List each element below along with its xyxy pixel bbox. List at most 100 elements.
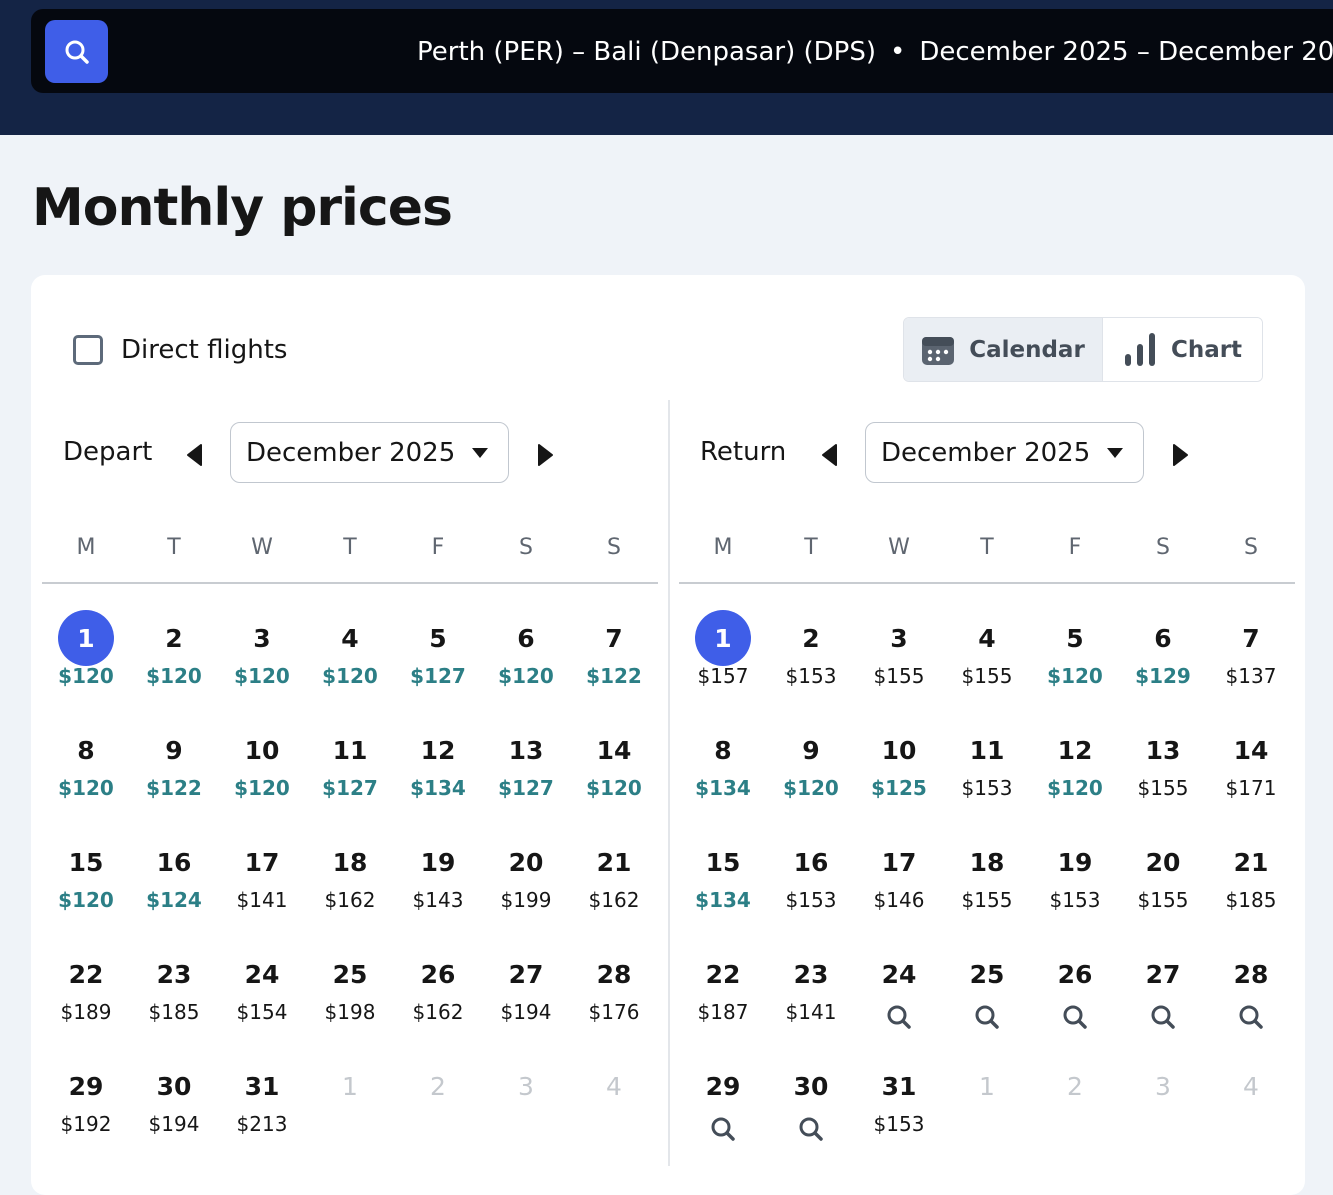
calendar-day[interactable]: 2 $120 <box>130 610 218 722</box>
calendar-day[interactable]: 3 $155 <box>855 610 943 722</box>
calendar-day[interactable]: 13 $127 <box>482 722 570 834</box>
depart-next-month-button[interactable] <box>535 442 557 468</box>
calendar-day[interactable]: 22 $189 <box>42 946 130 1058</box>
calendar-day[interactable]: 22 $187 <box>679 946 767 1058</box>
calendar-day[interactable]: 21 $185 <box>1207 834 1295 946</box>
calendar-day[interactable]: 15 $134 <box>679 834 767 946</box>
calendar-day[interactable]: 1 $157 <box>679 610 767 722</box>
direct-flights-filter[interactable]: Direct flights <box>73 335 287 365</box>
return-weekday-header: M T W T F S S <box>679 535 1295 560</box>
calendar-day[interactable]: 27 <box>1119 946 1207 1058</box>
direct-flights-checkbox[interactable] <box>73 335 103 365</box>
calendar-view-button[interactable]: Calendar <box>904 318 1103 381</box>
day-price: $185 <box>1225 888 1277 912</box>
day-price: $122 <box>146 776 202 800</box>
search-summary[interactable]: Perth (PER) – Bali (Denpasar) (DPS) • Dece… <box>417 32 1333 72</box>
day-number: 24 <box>244 959 280 989</box>
day-price: $154 <box>236 1000 288 1024</box>
day-price: $153 <box>785 888 837 912</box>
calendar-day[interactable]: 23 $185 <box>130 946 218 1058</box>
calendar-day[interactable]: 11 $153 <box>943 722 1031 834</box>
calendar-day[interactable]: 14 $120 <box>570 722 658 834</box>
day-price: $125 <box>871 776 927 800</box>
weekday-divider <box>42 582 658 584</box>
calendar-day[interactable]: 29 <box>679 1058 767 1170</box>
weekday-label: F <box>1068 535 1082 560</box>
calendar-day[interactable]: 28 $176 <box>570 946 658 1058</box>
calendar-day[interactable]: 3 $120 <box>218 610 306 722</box>
direct-flights-label[interactable]: Direct flights <box>121 335 287 365</box>
chart-view-button[interactable]: Chart <box>1103 318 1262 381</box>
calendar-day[interactable]: 21 $162 <box>570 834 658 946</box>
calendar-day[interactable]: 18 $155 <box>943 834 1031 946</box>
calendar-day[interactable]: 17 $141 <box>218 834 306 946</box>
calendar-day[interactable]: 5 $120 <box>1031 610 1119 722</box>
day-price: $120 <box>783 776 839 800</box>
calendar-day[interactable]: 17 $146 <box>855 834 943 946</box>
weekday-label: T <box>980 535 994 560</box>
calendar-day[interactable]: 30 <box>767 1058 855 1170</box>
calendar-day[interactable]: 31 $213 <box>218 1058 306 1170</box>
day-price: $155 <box>873 664 925 688</box>
return-next-month-button[interactable] <box>1170 442 1192 468</box>
day-number: 20 <box>1145 847 1181 877</box>
calendar-day[interactable]: 8 $120 <box>42 722 130 834</box>
calendar-day[interactable]: 9 $122 <box>130 722 218 834</box>
calendar-day[interactable]: 20 $155 <box>1119 834 1207 946</box>
day-number: 16 <box>793 847 829 877</box>
calendar-day[interactable]: 11 $127 <box>306 722 394 834</box>
calendar-day[interactable]: 9 $120 <box>767 722 855 834</box>
return-prev-month-button[interactable] <box>818 442 840 468</box>
day-number: 28 <box>1233 959 1269 989</box>
calendar-day[interactable]: 6 $129 <box>1119 610 1207 722</box>
search-button[interactable] <box>45 20 108 83</box>
calendar-day[interactable]: 16 $124 <box>130 834 218 946</box>
depart-prev-month-button[interactable] <box>183 442 205 468</box>
calendar-day[interactable]: 12 $120 <box>1031 722 1119 834</box>
day-price: $129 <box>1135 664 1191 688</box>
search-icon <box>710 1116 736 1147</box>
calendar-day[interactable]: 29 $192 <box>42 1058 130 1170</box>
day-price: $120 <box>58 664 114 688</box>
calendar-day[interactable]: 16 $153 <box>767 834 855 946</box>
calendar-day[interactable]: 20 $199 <box>482 834 570 946</box>
calendar-day[interactable]: 26 <box>1031 946 1119 1058</box>
calendar-day[interactable]: 30 $194 <box>130 1058 218 1170</box>
depart-month-select[interactable]: December 2025 <box>230 422 509 483</box>
search-icon <box>1062 1004 1088 1035</box>
day-price: $162 <box>324 888 376 912</box>
calendar-day[interactable]: 6 $120 <box>482 610 570 722</box>
calendar-day[interactable]: 13 $155 <box>1119 722 1207 834</box>
calendar-day[interactable]: 12 $134 <box>394 722 482 834</box>
calendar-day[interactable]: 28 <box>1207 946 1295 1058</box>
calendar-day[interactable]: 19 $153 <box>1031 834 1119 946</box>
calendar-day[interactable]: 19 $143 <box>394 834 482 946</box>
calendar-day[interactable]: 4 $120 <box>306 610 394 722</box>
calendar-day[interactable]: 10 $120 <box>218 722 306 834</box>
calendar-day[interactable]: 24 $154 <box>218 946 306 1058</box>
calendar-day[interactable]: 26 $162 <box>394 946 482 1058</box>
calendar-day[interactable]: 14 $171 <box>1207 722 1295 834</box>
calendar-day[interactable]: 2 $153 <box>767 610 855 722</box>
calendar-day[interactable]: 18 $162 <box>306 834 394 946</box>
calendar-day[interactable]: 8 $134 <box>679 722 767 834</box>
calendar-day[interactable]: 25 $198 <box>306 946 394 1058</box>
calendar-day[interactable]: 1 $120 <box>42 610 130 722</box>
calendar-day[interactable]: 7 $122 <box>570 610 658 722</box>
calendar-day[interactable]: 24 <box>855 946 943 1058</box>
calendar-day[interactable]: 27 $194 <box>482 946 570 1058</box>
calendar-day[interactable]: 5 $127 <box>394 610 482 722</box>
calendar-day[interactable]: 25 <box>943 946 1031 1058</box>
calendar-day[interactable]: 4 $155 <box>943 610 1031 722</box>
weekday-divider <box>679 582 1295 584</box>
calendar-day[interactable]: 31 $153 <box>855 1058 943 1170</box>
day-number: 3 <box>253 623 271 653</box>
day-price: $153 <box>785 664 837 688</box>
return-month-select[interactable]: December 2025 <box>865 422 1144 483</box>
calendar-day[interactable]: 23 $141 <box>767 946 855 1058</box>
calendar-day[interactable]: 7 $137 <box>1207 610 1295 722</box>
weekday-label: M <box>76 535 96 560</box>
calendar-day[interactable]: 10 $125 <box>855 722 943 834</box>
calendar-day[interactable]: 15 $120 <box>42 834 130 946</box>
day-number: 5 <box>1066 623 1084 653</box>
